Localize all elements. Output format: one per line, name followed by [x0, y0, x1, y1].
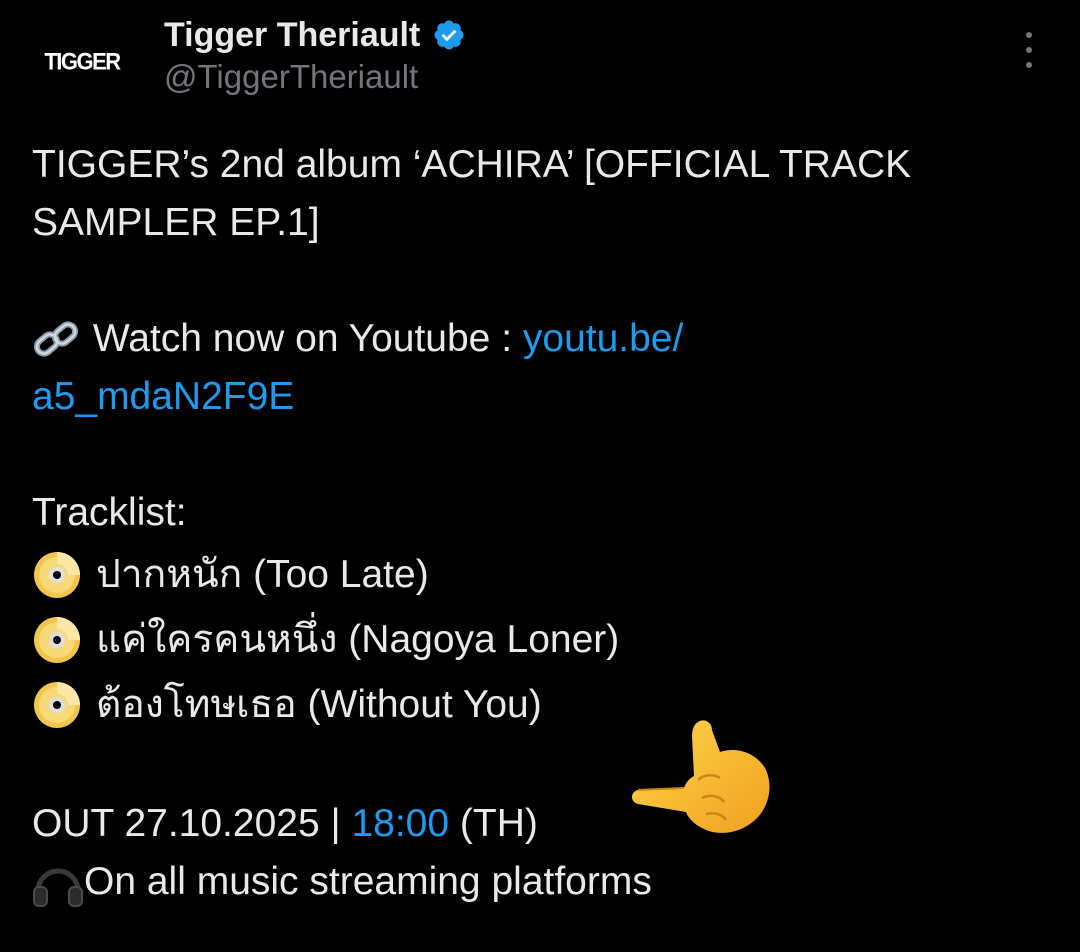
release-region: (TH)	[449, 802, 538, 845]
release-time-link[interactable]: 18:00	[351, 802, 449, 845]
youtube-link-part-1[interactable]: youtu.be/	[523, 317, 683, 360]
author-handle[interactable]: @TiggerTheriault	[164, 58, 418, 96]
youtube-link-part-2[interactable]: a5_mdaN2F9E	[32, 375, 294, 418]
more-dots-vertical-icon	[1026, 32, 1032, 38]
tweet-body: TIGGER’s 2nd album ‘ACHIRA’ [OFFICIAL TR…	[32, 136, 1042, 911]
streaming-text: On all music streaming platforms	[84, 860, 652, 903]
track-title: ปากหนัก (Too Late)	[96, 552, 429, 596]
tracklist-label: Tracklist:	[32, 491, 187, 534]
tweet-title-line-2: SAMPLER EP.1]	[32, 201, 320, 244]
release-line: OUT 27.10.2025 | 18:00 (TH)	[32, 795, 1042, 853]
watch-link-line-2: a5_mdaN2F9E	[32, 368, 1042, 426]
avatar[interactable]: TIGGER	[30, 10, 134, 114]
tweet-title-line-1: TIGGER’s 2nd album ‘ACHIRA’ [OFFICIAL TR…	[32, 143, 912, 186]
avatar-logo-text: TIGGER	[44, 47, 121, 76]
tweet-header: TIGGER Tigger Theriault @TiggerTheriault	[0, 0, 1080, 120]
dvd-emoji-icon	[34, 616, 80, 663]
track-emoji	[32, 550, 82, 600]
track-emoji	[32, 680, 82, 730]
track-title: แค่ใครคนหนึ่ง (Nagoya Loner)	[96, 617, 620, 661]
display-name[interactable]: Tigger Theriault	[164, 16, 420, 55]
watch-text: Watch now on Youtube :	[82, 317, 523, 360]
more-dot	[1026, 47, 1032, 53]
link-emoji-icon	[33, 321, 79, 357]
dvd-emoji-icon	[34, 551, 80, 598]
author-name-row[interactable]: Tigger Theriault	[164, 14, 466, 56]
pointing-hand-emoji-icon	[632, 720, 770, 833]
verified-badge-icon	[434, 20, 464, 50]
track-item: ปากหนัก (Too Late)	[32, 542, 1042, 607]
dvd-emoji-icon	[34, 681, 80, 728]
track-emoji	[32, 615, 82, 665]
more-options-button[interactable]	[1012, 30, 1046, 70]
track-title: ต้องโทษเธอ (Without You)	[96, 682, 542, 726]
watch-line: Watch now on Youtube : youtu.be/	[32, 310, 1042, 368]
headphones-emoji-icon	[33, 868, 83, 907]
track-item: ต้องโทษเธอ (Without You)	[32, 672, 1042, 737]
streaming-line: On all music streaming platforms	[32, 853, 1042, 911]
release-date: OUT 27.10.2025 |	[32, 802, 352, 845]
more-dot	[1026, 62, 1032, 68]
track-item: แค่ใครคนหนึ่ง (Nagoya Loner)	[32, 607, 1042, 672]
